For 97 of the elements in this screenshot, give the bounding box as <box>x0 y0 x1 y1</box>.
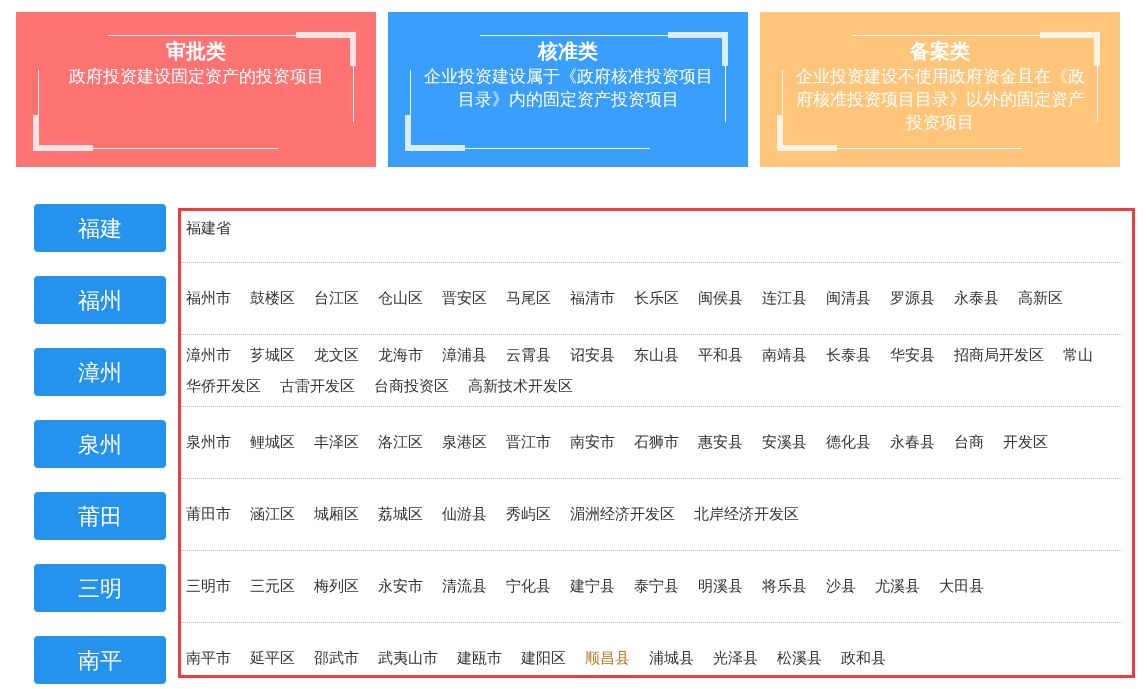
district-link[interactable]: 常山 <box>1063 339 1093 371</box>
district-link[interactable]: 德化县 <box>826 427 871 458</box>
district-link[interactable]: 泰宁县 <box>634 571 679 602</box>
district-link[interactable]: 顺昌县 <box>585 643 630 674</box>
district-link[interactable]: 永安市 <box>378 571 423 602</box>
district-link[interactable]: 三明市 <box>186 571 231 602</box>
district-link[interactable]: 漳浦县 <box>442 339 487 371</box>
district-link[interactable]: 建宁县 <box>570 571 615 602</box>
district-link[interactable]: 福清市 <box>570 283 615 314</box>
district-link[interactable]: 泉州市 <box>186 427 231 458</box>
district-link[interactable]: 鼓楼区 <box>250 283 295 314</box>
district-link[interactable]: 清流县 <box>442 571 487 602</box>
district-link[interactable]: 高新区 <box>1018 283 1063 314</box>
district-link[interactable]: 沙县 <box>826 571 856 602</box>
district-link[interactable]: 福建省 <box>186 213 231 244</box>
district-link[interactable]: 安溪县 <box>762 427 807 458</box>
district-link[interactable]: 宁化县 <box>506 571 551 602</box>
district-link[interactable]: 永春县 <box>890 427 935 458</box>
district-link[interactable]: 台江区 <box>314 283 359 314</box>
card-description: 企业投资建设属于《政府核准投资项目目录》内的固定资产投资项目 <box>423 65 713 111</box>
district-link[interactable]: 芗城区 <box>250 339 295 371</box>
district-link[interactable]: 南安市 <box>570 427 615 458</box>
district-link[interactable]: 东山县 <box>634 339 679 371</box>
corner-bracket <box>668 32 728 66</box>
district-link[interactable]: 华安县 <box>890 339 935 371</box>
district-link[interactable]: 北岸经济开发区 <box>694 499 799 530</box>
frame-line <box>38 70 39 115</box>
district-link[interactable]: 洛江区 <box>378 427 423 458</box>
corner-bracket <box>33 115 93 151</box>
district-link[interactable]: 涵江区 <box>250 499 295 530</box>
district-link[interactable]: 建瓯市 <box>457 643 502 674</box>
district-link[interactable]: 仙游县 <box>442 499 487 530</box>
district-link[interactable]: 高新技术开发区 <box>468 370 573 402</box>
district-link[interactable]: 光泽县 <box>713 643 758 674</box>
district-link[interactable]: 晋安区 <box>442 283 487 314</box>
district-link[interactable]: 武夷山市 <box>378 643 438 674</box>
district-link[interactable]: 大田县 <box>939 571 984 602</box>
corner-bracket <box>777 115 837 151</box>
district-link[interactable]: 台商 <box>954 427 984 458</box>
district-link[interactable]: 连江县 <box>762 283 807 314</box>
corner-bracket <box>405 115 465 151</box>
district-link[interactable]: 政和县 <box>841 643 886 674</box>
district-link[interactable]: 闽清县 <box>826 283 871 314</box>
card-description: 政府投资建设固定资产的投资项目 <box>67 65 325 88</box>
card-title: 核准类 <box>538 38 598 65</box>
district-link[interactable]: 漳州市 <box>186 339 231 371</box>
district-link[interactable]: 台商投资区 <box>374 370 449 402</box>
district-link[interactable]: 平和县 <box>698 339 743 371</box>
card-title: 审批类 <box>166 38 226 65</box>
district-link[interactable]: 晋江市 <box>506 427 551 458</box>
district-link[interactable]: 泉港区 <box>442 427 487 458</box>
frame-line <box>1097 66 1098 122</box>
district-link[interactable]: 将乐县 <box>762 571 807 602</box>
district-link[interactable]: 开发区 <box>1003 427 1048 458</box>
frame-line <box>410 70 411 115</box>
district-link[interactable]: 建阳区 <box>521 643 566 674</box>
frame-line <box>353 66 354 122</box>
district-link[interactable]: 福州市 <box>186 283 231 314</box>
district-link[interactable]: 延平区 <box>250 643 295 674</box>
district-link[interactable]: 闽侯县 <box>698 283 743 314</box>
district-link[interactable]: 丰泽区 <box>314 427 359 458</box>
district-link[interactable]: 南靖县 <box>762 339 807 371</box>
district-link[interactable]: 惠安县 <box>698 427 743 458</box>
district-link[interactable]: 荔城区 <box>378 499 423 530</box>
district-link[interactable]: 尤溪县 <box>875 571 920 602</box>
district-link[interactable]: 松溪县 <box>777 643 822 674</box>
district-link[interactable]: 莆田市 <box>186 499 231 530</box>
district-link[interactable]: 华侨开发区 <box>186 370 261 402</box>
district-link[interactable]: 浦城县 <box>649 643 694 674</box>
district-link[interactable]: 长泰县 <box>826 339 871 371</box>
corner-bracket <box>1040 32 1100 66</box>
district-link[interactable]: 城厢区 <box>314 499 359 530</box>
district-link[interactable]: 罗源县 <box>890 283 935 314</box>
district-link[interactable]: 招商局开发区 <box>954 339 1044 371</box>
district-link[interactable]: 鲤城区 <box>250 427 295 458</box>
district-link[interactable]: 古雷开发区 <box>280 370 355 402</box>
district-link[interactable]: 南平市 <box>186 643 231 674</box>
district-link[interactable]: 明溪县 <box>698 571 743 602</box>
frame-line <box>725 66 726 122</box>
district-link[interactable]: 仓山区 <box>378 283 423 314</box>
district-link[interactable]: 诏安县 <box>570 339 615 371</box>
district-link[interactable]: 石狮市 <box>634 427 679 458</box>
district-link[interactable]: 云霄县 <box>506 339 551 371</box>
district-link[interactable]: 永泰县 <box>954 283 999 314</box>
district-link[interactable]: 马尾区 <box>506 283 551 314</box>
frame-line <box>782 70 783 115</box>
card-title: 备案类 <box>910 38 970 65</box>
corner-bracket <box>296 32 356 66</box>
district-link[interactable]: 梅列区 <box>314 571 359 602</box>
district-link[interactable]: 龙海市 <box>378 339 423 371</box>
district-link[interactable]: 龙文区 <box>314 339 359 371</box>
district-link[interactable]: 秀屿区 <box>506 499 551 530</box>
card-description: 企业投资建设不使用政府资金且在《政府核准投资项目目录》以外的固定资产投资项目 <box>795 65 1085 134</box>
district-link[interactable]: 三元区 <box>250 571 295 602</box>
district-link[interactable]: 长乐区 <box>634 283 679 314</box>
district-link[interactable]: 湄洲经济开发区 <box>570 499 675 530</box>
district-link[interactable]: 邵武市 <box>314 643 359 674</box>
